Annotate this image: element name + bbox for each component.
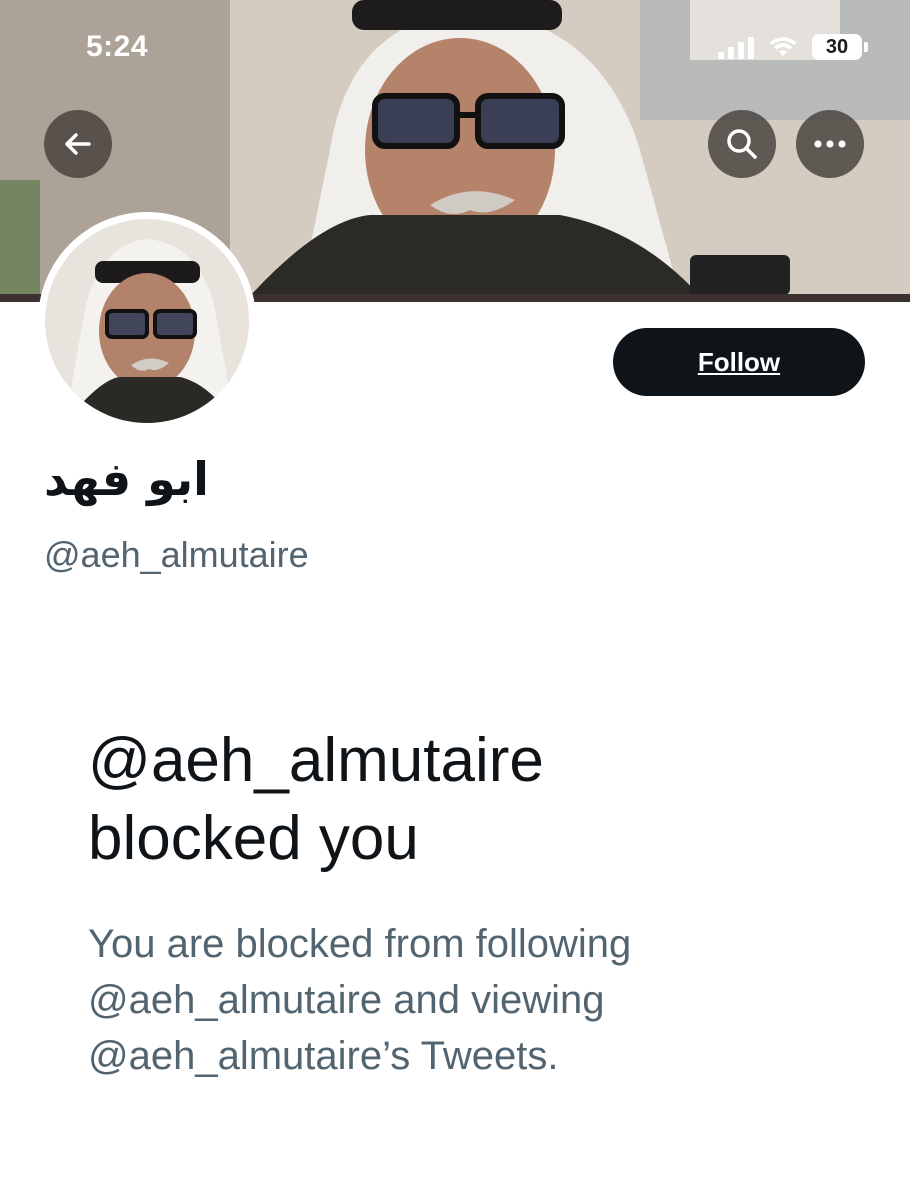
status-time: 5:24 — [86, 30, 149, 63]
profile-handle: @aeh_almutaire — [44, 534, 309, 575]
follow-button[interactable]: Follow — [613, 328, 865, 396]
search-icon — [727, 129, 757, 159]
status-icons: 30 — [718, 34, 868, 60]
more-icon — [814, 140, 846, 148]
cellular-signal-icon — [718, 35, 754, 59]
profile-avatar[interactable] — [38, 212, 256, 430]
wifi-icon — [769, 37, 797, 56]
arrow-left-icon — [65, 133, 91, 155]
blocked-desc-line-1: You are blocked from following — [88, 922, 632, 966]
blocked-title-text: blocked you — [88, 804, 419, 873]
blocked-desc-line-2: @aeh_almutaire and viewing — [88, 978, 605, 1022]
blocked-description: You are blocked from following @aeh_almu… — [88, 916, 848, 1084]
blocked-desc-line-3: @aeh_almutaire’s Tweets. — [88, 1034, 559, 1078]
more-button[interactable] — [796, 110, 864, 178]
blocked-title: @aeh_almutaire blocked you — [88, 722, 848, 878]
blocked-title-handle: @aeh_almutaire — [88, 726, 544, 795]
battery-icon: 30 — [812, 34, 868, 60]
battery-level: 30 — [825, 35, 849, 58]
back-button[interactable] — [44, 110, 112, 178]
profile-display-name: ابو فهد — [44, 452, 209, 506]
avatar-photo — [45, 219, 249, 423]
search-button[interactable] — [708, 110, 776, 178]
